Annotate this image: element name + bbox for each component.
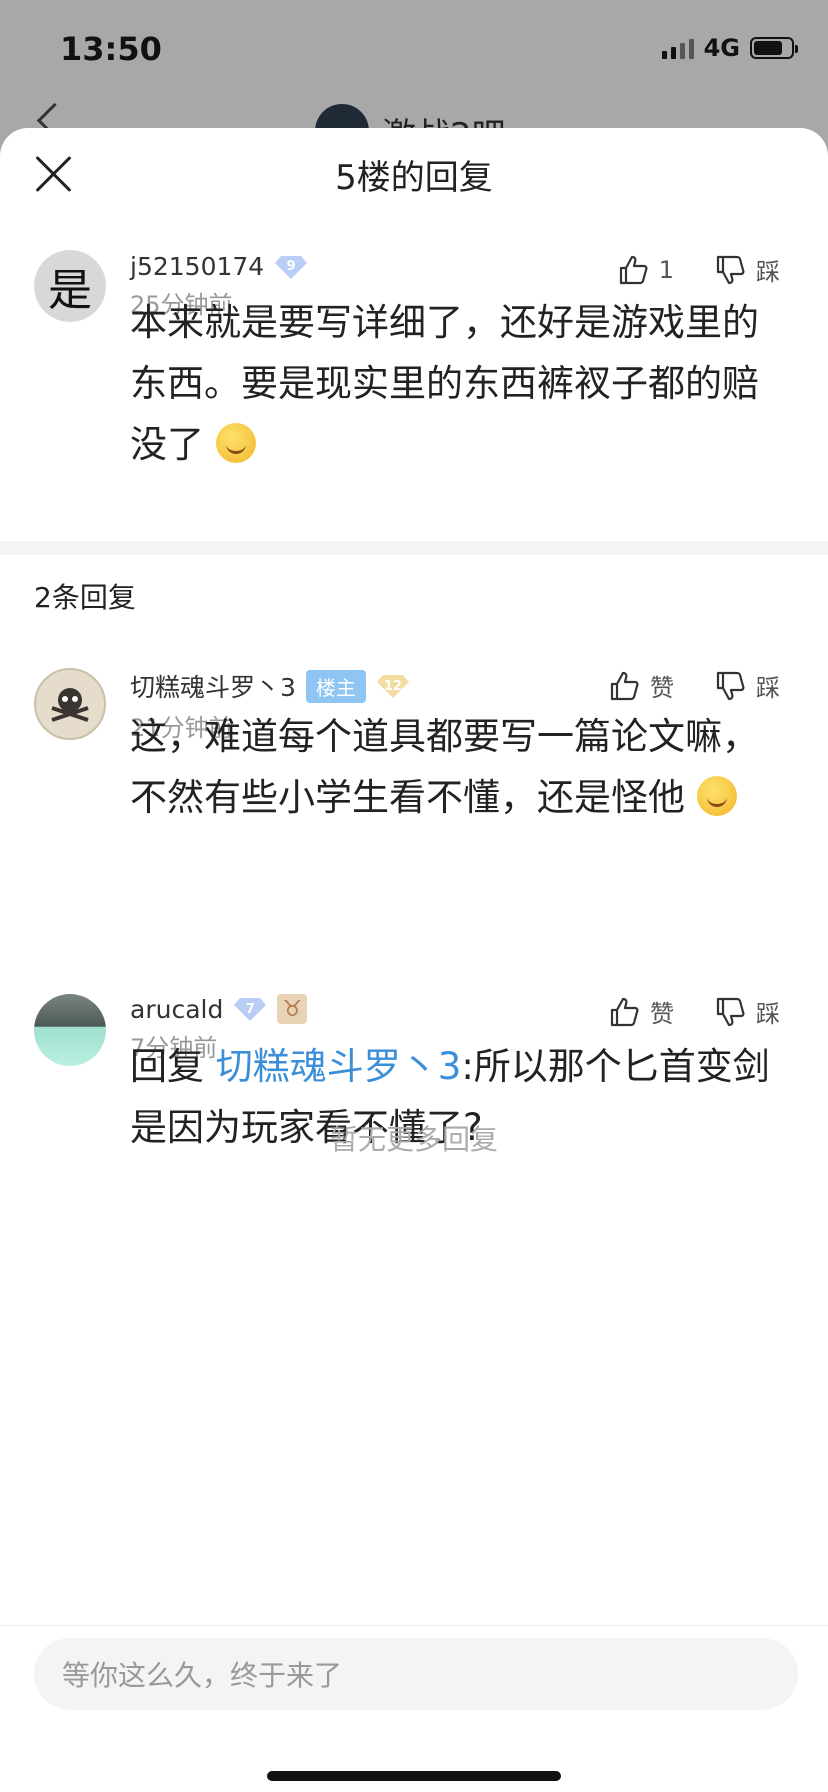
reply-input[interactable]: 等你这么久，终于来了 bbox=[34, 1638, 798, 1710]
host-badge: 楼主 bbox=[305, 669, 366, 703]
level-badge: 9 bbox=[274, 254, 308, 280]
status-bar: 13:50 4G bbox=[0, 0, 828, 100]
reply-count: 2条回复 bbox=[34, 581, 136, 614]
signal-icon bbox=[661, 37, 694, 59]
reply-input-bar: 等你这么久，终于来了 bbox=[0, 1625, 828, 1792]
battery-icon bbox=[750, 37, 798, 59]
like-button[interactable]: 赞 bbox=[608, 668, 674, 703]
dislike-label: 踩 bbox=[756, 674, 780, 702]
network-label: 4G bbox=[703, 34, 740, 62]
comment-body: 本来就是要写详细了，还好是游戏里的东西。要是现实里的东西裤衩子都的赔没了 bbox=[130, 292, 770, 475]
mention-link[interactable]: 切糕魂斗罗丶3 bbox=[216, 1045, 462, 1088]
dislike-button[interactable]: 踩 bbox=[714, 252, 780, 287]
username[interactable]: arucald bbox=[130, 995, 223, 1024]
avatar[interactable]: 是 bbox=[34, 250, 106, 322]
like-button[interactable]: 赞 bbox=[608, 994, 674, 1029]
dislike-label: 踩 bbox=[756, 258, 780, 286]
thumbs-up-icon bbox=[610, 671, 639, 700]
like-count: 1 bbox=[658, 255, 674, 284]
avatar[interactable] bbox=[34, 668, 106, 740]
reply-prefix: 回复 bbox=[130, 1045, 216, 1088]
section-divider bbox=[0, 541, 828, 555]
thumbs-up-icon bbox=[619, 255, 648, 284]
no-more-replies: 暂无更多回复 bbox=[329, 1123, 498, 1156]
laugh-emoji-icon bbox=[696, 776, 737, 816]
home-indicator bbox=[267, 1771, 561, 1781]
like-label: 赞 bbox=[650, 674, 674, 702]
thumbs-down-icon bbox=[716, 255, 745, 284]
thumbs-down-icon bbox=[716, 671, 745, 700]
dislike-label: 踩 bbox=[756, 1000, 780, 1028]
reply-actions: 赞 踩 bbox=[608, 994, 780, 1029]
username[interactable]: j52150174 bbox=[130, 252, 264, 281]
status-time: 13:50 bbox=[60, 30, 162, 68]
thumbs-up-icon bbox=[610, 997, 639, 1026]
avatar[interactable] bbox=[34, 994, 106, 1066]
level-badge: 12 bbox=[376, 673, 410, 699]
smile-emoji-icon bbox=[215, 423, 256, 463]
status-indicators: 4G bbox=[661, 34, 798, 62]
taurus-icon: ♉ bbox=[277, 994, 308, 1024]
comment-actions: 1 踩 bbox=[617, 252, 780, 287]
thumbs-down-icon bbox=[716, 997, 745, 1026]
level-badge: 7 bbox=[233, 996, 267, 1022]
dislike-button[interactable]: 踩 bbox=[714, 668, 780, 703]
reply-sheet: 5楼的回复 是 j52150174 9 25分钟前 1 踩 本来就是要写详细了，… bbox=[0, 128, 828, 1792]
reply-body: 这，难道每个道具都要写一篇论文嘛，不然有些小学生看不懂，还是怪他 bbox=[130, 706, 770, 828]
like-label: 赞 bbox=[650, 1000, 674, 1028]
main-comment: 是 j52150174 9 25分钟前 1 踩 本来就是要写详细了，还好是游戏里 bbox=[0, 128, 828, 541]
reply-actions: 赞 踩 bbox=[608, 668, 780, 703]
dislike-button[interactable]: 踩 bbox=[714, 994, 780, 1029]
reply-text: 这，难道每个道具都要写一篇论文嘛，不然有些小学生看不懂，还是怪他 bbox=[130, 715, 759, 819]
username[interactable]: 切糕魂斗罗丶3 bbox=[130, 668, 296, 704]
like-button[interactable]: 1 bbox=[617, 254, 674, 286]
